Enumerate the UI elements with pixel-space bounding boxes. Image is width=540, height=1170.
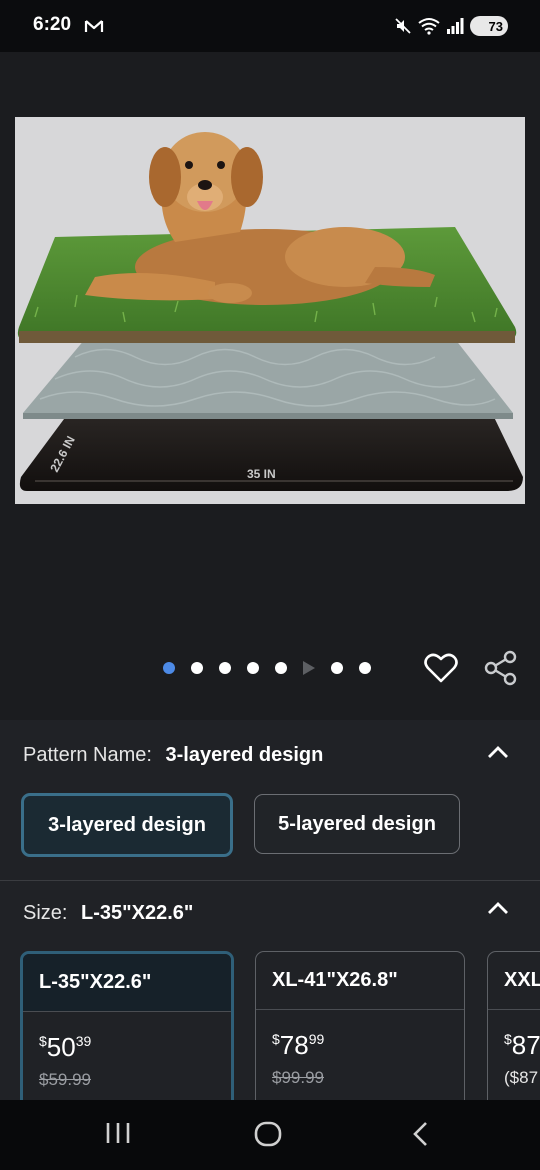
size-card-title: XXL (488, 952, 540, 1010)
size-card-unit-price: ($87 (504, 1068, 539, 1087)
dog-potty-grass-illustration: 35 IN 22.6 IN (17, 132, 523, 491)
back-icon[interactable] (410, 1120, 430, 1148)
size-card-l[interactable]: L-35"X22.6" $5039 $59.99 (20, 951, 234, 1111)
heart-icon[interactable] (424, 652, 458, 684)
video-play-icon[interactable] (303, 661, 315, 675)
mute-icon (395, 18, 411, 34)
size-card-list-price: $59.99 (39, 1070, 91, 1089)
gmail-icon (84, 20, 104, 32)
carousel-indicator[interactable] (163, 661, 371, 675)
pattern-option-5-layered[interactable]: 5-layered design (254, 794, 460, 854)
status-bar: 6:20 73 (0, 0, 540, 52)
size-card-price: $7899 (272, 1030, 325, 1060)
carousel-dot[interactable] (191, 662, 203, 674)
carousel-dot[interactable] (163, 662, 175, 674)
size-card-title: L-35"X22.6" (23, 954, 231, 1012)
status-time: 6:20 (33, 14, 72, 35)
carousel-dot[interactable] (247, 662, 259, 674)
share-icon[interactable] (484, 650, 518, 686)
size-card-title: XL-41"X26.8" (256, 952, 464, 1010)
product-image[interactable]: 35 IN 22.6 IN (15, 117, 525, 504)
variation-options: Pattern Name: 3-layered design 3-layered… (0, 720, 540, 1111)
size-card-price: $5039 (39, 1032, 92, 1062)
size-label: Size: (23, 902, 68, 924)
signal-icon (447, 18, 464, 34)
pattern-option-label: 3-layered design (48, 813, 206, 836)
carousel-dot[interactable] (331, 662, 343, 674)
pattern-value: 3-layered design (165, 744, 324, 766)
size-row: Size: L-35"X22.6" (23, 902, 193, 925)
battery-level: 73 (488, 18, 503, 34)
pattern-label: Pattern Name: (23, 744, 152, 766)
size-card-xl[interactable]: XL-41"X26.8" $7899 $99.99 (255, 951, 465, 1111)
home-icon[interactable] (254, 1120, 282, 1148)
size-card-list-price: $99.99 (272, 1068, 324, 1087)
chevron-up-icon[interactable] (486, 744, 510, 760)
carousel-dot[interactable] (275, 662, 287, 674)
size-card-price: $87 (504, 1030, 540, 1060)
product-gallery[interactable]: 35 IN 22.6 IN (0, 52, 540, 720)
size-card-xxl[interactable]: XXL $87 ($87 (487, 951, 540, 1111)
carousel-dot[interactable] (359, 662, 371, 674)
width-dimension-label: 35 IN (247, 467, 276, 481)
chevron-up-icon[interactable] (486, 900, 510, 916)
recent-apps-icon[interactable] (104, 1120, 132, 1146)
pattern-name-row: Pattern Name: 3-layered design (23, 744, 323, 767)
pattern-option-label: 5-layered design (278, 812, 436, 835)
system-navigation-bar (0, 1100, 540, 1170)
section-divider (0, 880, 540, 881)
status-icons: 73 (394, 14, 508, 38)
size-value: L-35"X22.6" (81, 902, 194, 924)
pattern-option-3-layered[interactable]: 3-layered design (21, 793, 233, 857)
carousel-dot[interactable] (219, 662, 231, 674)
wifi-icon (418, 18, 440, 35)
battery-indicator: 73 (470, 16, 508, 36)
